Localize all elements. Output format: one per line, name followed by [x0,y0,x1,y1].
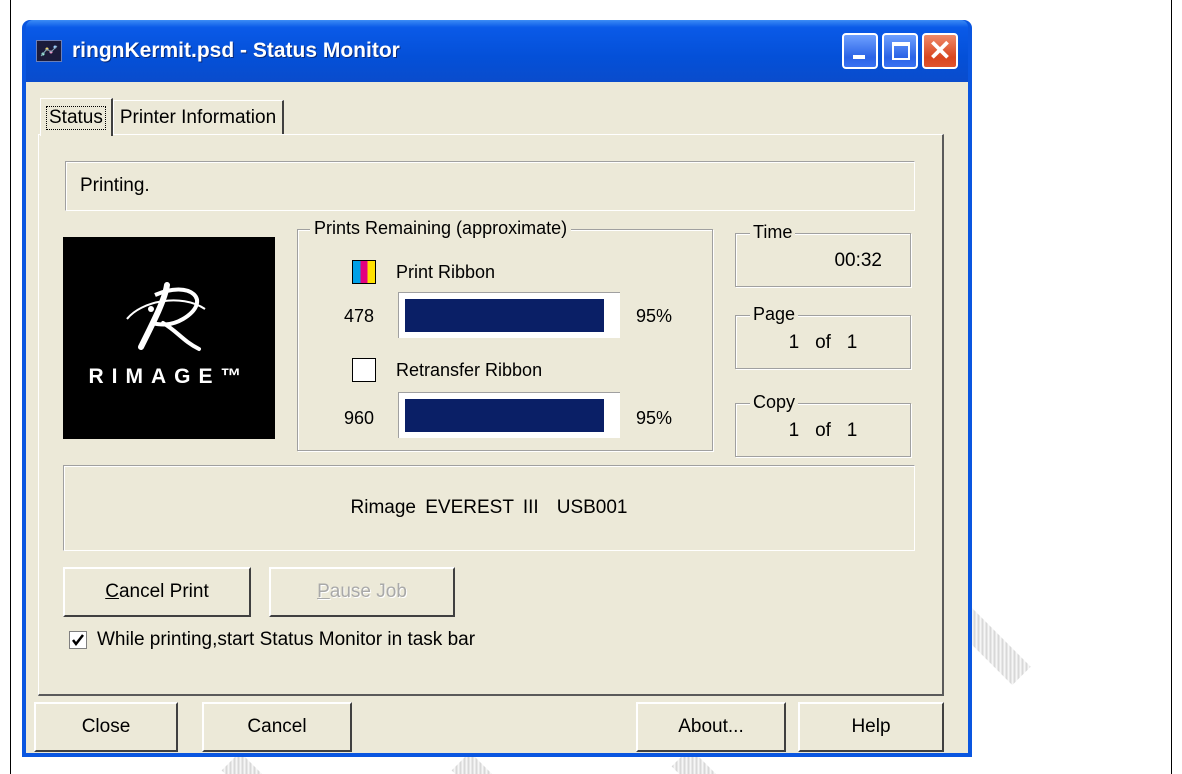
retransfer-ribbon-progress-fill [405,399,604,432]
device-port: USB001 [556,497,628,518]
prints-remaining-group: Prints Remaining (approximate) Print Rib… [297,218,713,451]
window-title: ringnKermit.psd - Status Monitor [72,39,400,62]
page-value: 1 of 1 [736,332,910,354]
retransfer-ribbon-color-icon [352,358,376,382]
page-group: Page 1 of 1 [735,304,911,369]
dialog-client-area: Status Printer Information Printing. RIM… [26,82,968,753]
cancel-button-label: Cancel [247,716,307,737]
retransfer-ribbon-progress-bar [398,392,620,438]
page-legend: Page [750,304,799,325]
retransfer-ribbon-percent: 95% [636,408,673,428]
print-ribbon-progress-bar [398,292,620,338]
rimage-logo-mark [126,282,206,351]
cancel-print-mnemonic: C [105,581,119,602]
close-button-label: Close [81,716,131,737]
taskbar-checkbox[interactable] [69,631,87,649]
cancel-button[interactable]: Cancel [202,702,352,752]
print-ribbon-count: 478 [343,306,374,326]
page-of: of [815,332,831,353]
print-ribbon-percent: 95% [636,306,673,326]
rimage-logo: RIMAGE™ [63,237,275,439]
tab-printer-information[interactable]: Printer Information [112,100,285,134]
copy-value: 1 of 1 [736,420,910,442]
close-button[interactable]: Close [34,702,178,752]
minimize-icon [853,55,865,59]
print-ribbon-progress-fill [405,299,604,332]
copy-current: 1 [788,420,800,441]
minimize-button[interactable] [842,33,878,69]
copy-of: of [815,420,831,441]
device-name: Rimage EVEREST III [350,497,539,518]
title-bar[interactable]: ringnKermit.psd - Status Monitor ✕ [26,20,968,82]
taskbar-checkbox-label: While printing,start Status Monitor in t… [97,629,476,650]
time-group: Time 00:32 [735,222,911,287]
help-button[interactable]: Help [798,702,944,752]
print-ribbon-label: Print Ribbon [396,261,496,282]
tab-status-label: Status [46,105,106,130]
copy-legend: Copy [750,392,799,413]
print-ribbon-row: Print Ribbon [352,260,495,284]
retransfer-ribbon-label: Retransfer Ribbon [396,359,543,380]
retransfer-ribbon-count: 960 [343,408,374,428]
pause-job-button[interactable]: Pause Job [269,567,455,617]
status-message-box: Printing. [65,161,915,211]
about-button-label: About... [678,716,744,737]
cancel-print-label: ancel Print [118,581,209,602]
device-info-box: Rimage EVEREST III USB001 [63,465,915,551]
print-ribbon-color-icon [352,260,376,284]
page-total: 1 [846,332,858,353]
pause-job-label: ause Job [329,581,407,602]
status-monitor-window: ringnKermit.psd - Status Monitor ✕ Statu… [22,20,972,757]
page-current: 1 [788,332,800,353]
close-icon: ✕ [928,35,952,66]
close-window-button[interactable]: ✕ [922,33,958,69]
tab-status[interactable]: Status [40,98,113,136]
status-tab-panel: Printing. RIMAGE™ Prints Remaining (appr… [38,134,944,696]
copy-total: 1 [846,420,858,441]
copy-group: Copy 1 of 1 [735,392,911,457]
status-message: Printing. [80,175,150,196]
retransfer-ribbon-row: Retransfer Ribbon [352,358,542,382]
cancel-print-button[interactable]: Cancel Print [63,567,251,617]
time-legend: Time [750,222,796,243]
app-icon [36,40,62,62]
time-value: 00:32 [834,250,882,271]
about-button[interactable]: About... [636,702,786,752]
maximize-button[interactable] [882,33,918,69]
taskbar-option[interactable]: While printing,start Status Monitor in t… [69,629,475,651]
prints-remaining-legend: Prints Remaining (approximate) [310,218,572,239]
rimage-logo-text: RIMAGE™ [88,365,250,388]
maximize-icon [892,42,910,60]
tab-printer-information-label: Printer Information [119,106,277,128]
help-button-label: Help [851,716,891,737]
pause-job-mnemonic: P [317,581,330,602]
tab-strip: Status Printer Information [40,98,285,138]
checkmark-icon [72,634,84,647]
